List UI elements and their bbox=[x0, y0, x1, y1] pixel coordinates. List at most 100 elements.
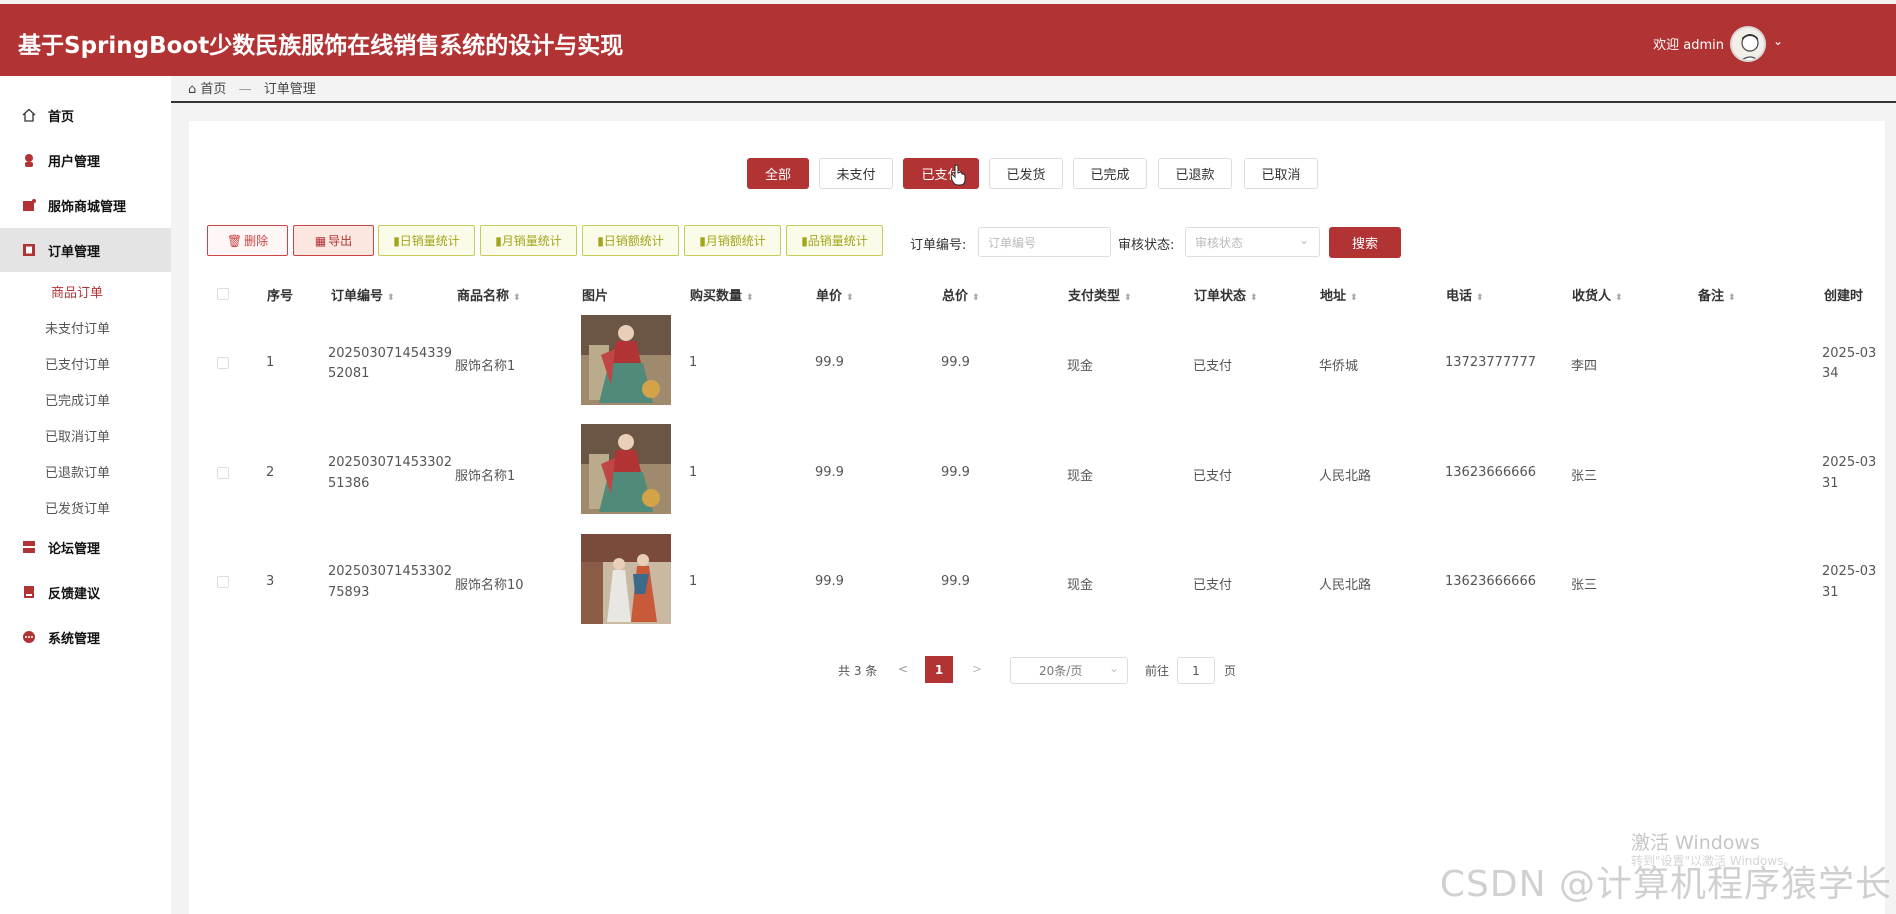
cell-product-name: 服饰名称10 bbox=[455, 578, 524, 593]
row-checkbox[interactable] bbox=[217, 357, 229, 369]
cell-order-status: 已支付 bbox=[1193, 359, 1233, 374]
tab-refunded[interactable]: 已退款 bbox=[1158, 158, 1232, 189]
cell-total: 99.9 bbox=[941, 355, 970, 370]
col-header-product-name[interactable]: 商品名称 ⬍ bbox=[457, 285, 521, 304]
sidebar-sub-paid[interactable]: 已支付订单 bbox=[45, 354, 110, 373]
cell-address: 华侨城 bbox=[1319, 359, 1359, 374]
shop-icon bbox=[22, 198, 36, 212]
cell-index: 2 bbox=[266, 465, 275, 480]
sidebar-item-label: 首页 bbox=[48, 109, 75, 125]
col-header-order-status[interactable]: 订单状态 ⬍ bbox=[1194, 285, 1258, 304]
sidebar-item-feedback[interactable]: 反馈建议 bbox=[0, 570, 171, 614]
search-button[interactable]: 搜索 bbox=[1329, 227, 1401, 258]
sidebar-item-label: 服饰商城管理 bbox=[48, 199, 127, 215]
product-thumbnail[interactable] bbox=[581, 534, 671, 624]
user-icon bbox=[22, 153, 36, 167]
product-sales-qty-button[interactable]: ▮ 品销量统计 bbox=[786, 225, 883, 256]
goto-page-input[interactable]: 1 bbox=[1177, 657, 1215, 684]
col-header-address[interactable]: 地址 ⬍ bbox=[1320, 285, 1358, 304]
sidebar-item-forum[interactable]: 论坛管理 bbox=[0, 525, 171, 569]
sort-icon: ⬍ bbox=[846, 293, 854, 303]
daily-sales-qty-button[interactable]: ▮ 日销量统计 bbox=[378, 225, 475, 256]
monthly-sales-amount-button[interactable]: ▮ 月销额统计 bbox=[684, 225, 781, 256]
col-header-qty[interactable]: 购买数量 ⬍ bbox=[690, 285, 754, 304]
row-checkbox[interactable] bbox=[217, 576, 229, 588]
select-all-checkbox[interactable] bbox=[217, 288, 229, 300]
sidebar-item-home[interactable]: 首页 bbox=[0, 93, 171, 137]
cell-created-cont: 31 bbox=[1822, 476, 1839, 491]
sidebar-item-system[interactable]: 系统管理 bbox=[0, 615, 171, 659]
tab-completed[interactable]: 已完成 bbox=[1073, 158, 1147, 189]
cell-qty: 1 bbox=[689, 355, 698, 370]
sidebar-item-label: 系统管理 bbox=[48, 631, 101, 647]
col-header-price[interactable]: 单价 ⬍ bbox=[816, 285, 854, 304]
cell-order-no: 202503071453302 bbox=[328, 564, 453, 579]
feedback-icon bbox=[22, 585, 36, 599]
tab-cancelled[interactable]: 已取消 bbox=[1244, 158, 1318, 189]
cell-index: 1 bbox=[266, 355, 275, 370]
cell-qty: 1 bbox=[689, 465, 698, 480]
cell-order-status: 已支付 bbox=[1193, 469, 1233, 484]
monthly-sales-qty-button[interactable]: ▮ 月销量统计 bbox=[480, 225, 577, 256]
col-header-order-no[interactable]: 订单编号 ⬍ bbox=[331, 285, 395, 304]
order-no-label: 订单编号: bbox=[910, 238, 967, 253]
sidebar-sub-cancelled[interactable]: 已取消订单 bbox=[45, 426, 110, 445]
col-header-pay-type[interactable]: 支付类型 ⬍ bbox=[1068, 285, 1132, 304]
daily-sales-amount-button[interactable]: ▮ 日销额统计 bbox=[582, 225, 679, 256]
col-header-note[interactable]: 备注 ⬍ bbox=[1698, 285, 1736, 304]
sidebar-sub-shipped[interactable]: 已发货订单 bbox=[45, 498, 110, 517]
breadcrumb-current: 订单管理 bbox=[263, 82, 316, 97]
cell-phone: 13623666666 bbox=[1445, 465, 1536, 480]
sort-icon: ⬍ bbox=[1250, 293, 1258, 303]
system-icon bbox=[22, 630, 36, 644]
col-header-image: 图片 bbox=[582, 289, 609, 304]
sidebar-item-users[interactable]: 用户管理 bbox=[0, 138, 171, 182]
row-checkbox[interactable] bbox=[217, 467, 229, 479]
tab-unpaid[interactable]: 未支付 bbox=[819, 158, 893, 189]
next-page-button[interactable]: > bbox=[972, 662, 982, 676]
cell-pay-type: 现金 bbox=[1067, 578, 1094, 593]
order-no-input[interactable]: 订单编号 bbox=[978, 227, 1111, 257]
col-header-receiver[interactable]: 收货人 ⬍ bbox=[1572, 285, 1623, 304]
cell-total: 99.9 bbox=[941, 574, 970, 589]
sort-icon: ⬍ bbox=[1728, 293, 1736, 303]
breadcrumb-home[interactable]: 首页 bbox=[200, 82, 226, 97]
col-header-phone[interactable]: 电话 ⬍ bbox=[1446, 285, 1484, 304]
col-header-total[interactable]: 总价 ⬍ bbox=[942, 285, 980, 304]
windows-activation-title: 激活 Windows bbox=[1631, 832, 1760, 854]
export-button[interactable]: ▦ 导出 bbox=[293, 225, 374, 256]
bar-chart-icon: ▮ bbox=[699, 233, 706, 248]
sidebar-sub-refunded[interactable]: 已退款订单 bbox=[45, 462, 110, 481]
avatar[interactable] bbox=[1730, 26, 1766, 62]
sidebar-sub-goods-orders[interactable]: 商品订单 bbox=[51, 282, 103, 301]
sidebar-item-shop[interactable]: 服饰商城管理 bbox=[0, 183, 171, 227]
sidebar-sub-unpaid[interactable]: 未支付订单 bbox=[45, 318, 110, 337]
tab-all[interactable]: 全部 bbox=[747, 158, 809, 189]
page-size-select[interactable]: 20条/页 ⌄ bbox=[1010, 657, 1128, 684]
product-thumbnail[interactable] bbox=[581, 315, 671, 405]
sidebar-item-label: 订单管理 bbox=[48, 244, 101, 260]
chevron-down-icon: ⌄ bbox=[1298, 233, 1309, 247]
cell-index: 3 bbox=[266, 574, 275, 589]
product-thumbnail[interactable] bbox=[581, 424, 671, 514]
chevron-down-icon[interactable]: ⌄ bbox=[1773, 34, 1783, 48]
sort-icon: ⬍ bbox=[1124, 293, 1132, 303]
goto-label: 前往 bbox=[1145, 664, 1170, 678]
cell-receiver: 李四 bbox=[1571, 359, 1598, 374]
tab-shipped[interactable]: 已发货 bbox=[989, 158, 1063, 189]
delete-button[interactable]: 🗑 删除 bbox=[207, 225, 288, 256]
sidebar-sub-completed[interactable]: 已完成订单 bbox=[45, 390, 110, 409]
col-header-index: 序号 bbox=[267, 289, 294, 304]
sidebar-item-label: 用户管理 bbox=[48, 154, 101, 170]
status-select[interactable]: 审核状态 ⌄ bbox=[1185, 227, 1320, 257]
sidebar-item-orders[interactable]: 订单管理 bbox=[0, 228, 171, 272]
csdn-watermark: CSDN @计算机程序猿学长 bbox=[1439, 864, 1892, 905]
welcome-text: 欢迎 admin bbox=[1653, 38, 1724, 53]
bar-chart-icon: ▮ bbox=[597, 233, 604, 248]
tab-paid[interactable]: 已支付 bbox=[903, 158, 979, 189]
prev-page-button[interactable]: < bbox=[898, 662, 908, 676]
col-header-created[interactable]: 创建时 bbox=[1824, 285, 1863, 304]
page-1-button[interactable]: 1 bbox=[925, 656, 953, 683]
cell-phone: 13723777777 bbox=[1445, 355, 1536, 370]
sort-icon: ⬍ bbox=[1615, 293, 1623, 303]
